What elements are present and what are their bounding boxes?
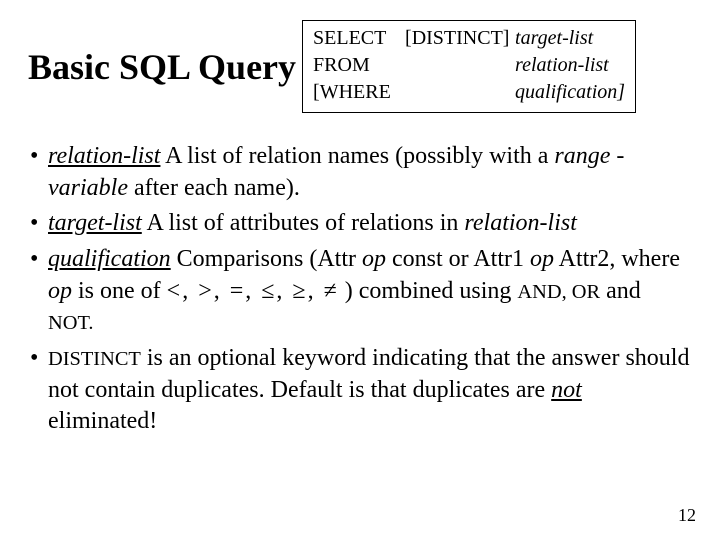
not-emph: not [551,377,582,403]
text: const or Attr1 [386,246,530,272]
kw-distinct: DISTINCT [48,348,141,370]
kw-where: [WHERE [313,79,405,106]
text: Attr2, where [554,246,680,272]
term-qualification: qualification [48,246,171,272]
arg-qualification: qualification] [515,79,625,106]
op: op [530,246,554,272]
op: op [362,246,386,272]
and-or: AND, OR [517,281,600,303]
not-kw: NOT. [48,312,94,334]
text: A list of attributes of relations in [142,210,465,236]
term-relation-list-ref: relation-list [464,210,576,236]
opt-distinct: [DISTINCT] [405,25,515,52]
text: ) combined using [339,278,518,304]
text: is an optional keyword indicating that t… [48,345,689,403]
syntax-row-from: FROM relation-list [313,52,625,79]
bullet-list: relation-list A list of relation names (… [28,141,692,438]
term-target-list: target-list [48,210,142,236]
syntax-box: SELECT [DISTINCT] target-list FROM relat… [302,20,636,113]
opt-empty [405,52,515,79]
text: and [600,278,641,304]
bullet-relation-list: relation-list A list of relation names (… [28,141,692,204]
term-relation-list: relation-list [48,143,160,169]
opt-empty-2 [405,79,515,106]
slide-title: Basic SQL Query [28,46,296,88]
text: A list of relation names (possibly with … [160,143,554,169]
text: Comparisons (Attr [171,246,362,272]
kw-from: FROM [313,52,405,79]
bullet-distinct: DISTINCT is an optional keyword indicati… [28,343,692,438]
bullet-qualification: qualification Comparisons (Attr op const… [28,244,692,339]
arg-target-list: target-list [515,25,593,52]
kw-select: SELECT [313,25,405,52]
text: eliminated! [48,408,157,434]
arg-relation-list: relation-list [515,52,609,79]
page-number: 12 [678,505,696,526]
bullet-target-list: target-list A list of attributes of rela… [28,208,692,240]
syntax-row-select: SELECT [DISTINCT] target-list [313,25,625,52]
operators: <, >, =, ≤, ≥, ≠ [167,278,339,304]
text: is one of [72,278,167,304]
op: op [48,278,72,304]
syntax-row-where: [WHERE qualification] [313,79,625,106]
text: after each name). [128,175,300,201]
